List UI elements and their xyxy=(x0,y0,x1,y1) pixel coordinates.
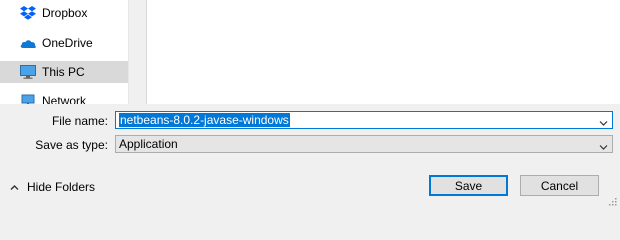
nav-item-label: Network xyxy=(42,94,87,104)
nav-item-onedrive[interactable]: OneDrive xyxy=(0,32,128,54)
save-as-type-select[interactable]: Application xyxy=(115,135,613,153)
chevron-down-icon[interactable] xyxy=(599,140,608,150)
this-pc-icon xyxy=(19,64,37,80)
save-as-type-label: Save as type: xyxy=(35,138,108,152)
chevron-up-icon xyxy=(10,180,19,194)
hide-folders-label: Hide Folders xyxy=(27,180,96,194)
nav-item-label: OneDrive xyxy=(42,36,93,50)
file-list-pane[interactable] xyxy=(146,0,620,104)
network-icon xyxy=(19,93,37,104)
onedrive-icon xyxy=(19,35,37,51)
dropbox-icon xyxy=(19,5,37,21)
hide-folders-toggle[interactable]: Hide Folders xyxy=(10,179,95,195)
nav-item-label: This PC xyxy=(42,65,85,79)
resize-grip-icon[interactable] xyxy=(607,195,617,206)
save-button[interactable]: Save xyxy=(429,175,508,196)
chevron-down-icon[interactable] xyxy=(599,116,608,126)
file-name-field[interactable]: netbeans-8.0.2-javase-windows xyxy=(115,111,613,129)
nav-item-dropbox[interactable]: Dropbox xyxy=(0,2,128,24)
nav-item-this-pc[interactable]: This PC xyxy=(0,61,128,83)
navigation-pane: Dropbox OneDrive This PC Network xyxy=(0,0,128,104)
nav-item-label: Dropbox xyxy=(42,6,88,20)
file-name-value[interactable]: netbeans-8.0.2-javase-windows xyxy=(119,113,290,127)
file-name-label: File name: xyxy=(51,114,108,128)
cancel-button[interactable]: Cancel xyxy=(520,175,599,196)
save-as-type-value: Application xyxy=(119,137,178,151)
navigation-scrollbar[interactable] xyxy=(128,0,146,104)
nav-item-network[interactable]: Network xyxy=(0,90,128,104)
